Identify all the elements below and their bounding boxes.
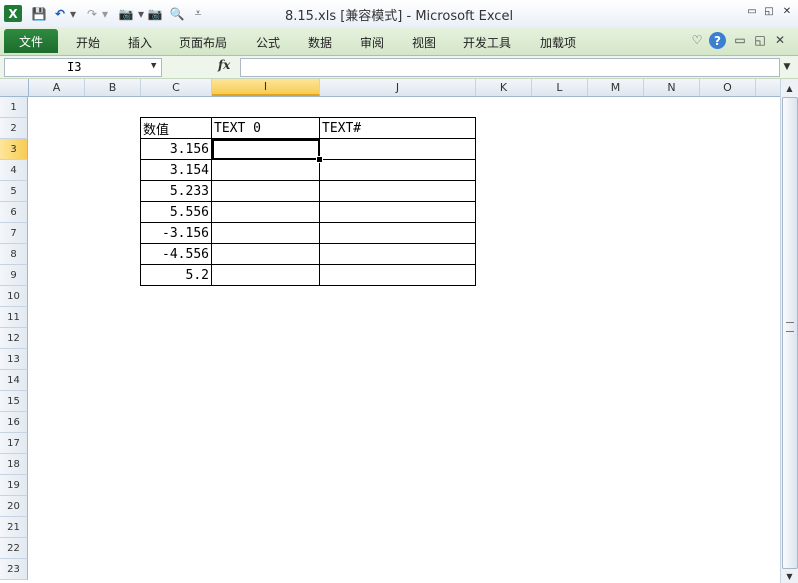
column-header-b[interactable]: B [85, 79, 141, 96]
cell-c6[interactable]: 5.556 [140, 202, 212, 223]
name-box[interactable]: I3 ▼ [4, 58, 162, 77]
row-header[interactable]: 21 [0, 517, 28, 538]
row-header[interactable]: 19 [0, 475, 28, 496]
ribbon-collapse-icon[interactable]: ♡ [690, 33, 704, 47]
fill-handle[interactable] [316, 156, 323, 163]
cell-c4[interactable]: 3.154 [140, 160, 212, 181]
column-header-l[interactable]: L [532, 79, 588, 96]
cell-i5[interactable] [212, 181, 320, 202]
cell-j9[interactable] [320, 265, 476, 286]
tab-view[interactable]: 视图 [400, 32, 448, 52]
cell-c3[interactable]: 3.156 [140, 139, 212, 160]
formula-bar: I3 ▼ fx ▼ [0, 56, 798, 79]
row-header[interactable]: 2 [0, 118, 28, 139]
row-header[interactable]: 10 [0, 286, 28, 307]
tab-formulas[interactable]: 公式 [244, 32, 292, 52]
column-header-m[interactable]: M [588, 79, 644, 96]
tab-file[interactable]: 文件 [4, 29, 58, 53]
cell-j4[interactable] [320, 160, 476, 181]
title-bar: X 💾 ↶ ▾ ↷ ▾ 📷 ▾ 📷 🔍 ⩡ 8.15.xls [兼容模式] - … [0, 0, 798, 27]
row-header[interactable]: 12 [0, 328, 28, 349]
tab-data[interactable]: 数据 [296, 32, 344, 52]
row-header[interactable]: 15 [0, 391, 28, 412]
cell-i7[interactable] [212, 223, 320, 244]
cell-j2[interactable]: TEXT# [320, 117, 476, 139]
help-icon[interactable]: ? [709, 32, 726, 49]
row-header[interactable]: 13 [0, 349, 28, 370]
cell-j6[interactable] [320, 202, 476, 223]
cell-c7[interactable]: -3.156 [140, 223, 212, 244]
tab-insert[interactable]: 插入 [116, 32, 164, 52]
row-header[interactable]: 6 [0, 202, 28, 223]
tab-home[interactable]: 开始 [64, 32, 112, 52]
row-header[interactable]: 22 [0, 538, 28, 559]
cell-j5[interactable] [320, 181, 476, 202]
formula-input[interactable] [240, 58, 780, 77]
window-minimize-button[interactable]: ▭ [743, 4, 761, 19]
formula-expand-icon[interactable]: ▼ [780, 59, 794, 74]
column-header-a[interactable]: A [29, 79, 85, 96]
cell-j7[interactable] [320, 223, 476, 244]
window-restore-button[interactable]: ◱ [760, 4, 778, 19]
window-close-button[interactable]: ✕ [778, 4, 796, 19]
row-header[interactable]: 3 [0, 139, 28, 160]
tab-developer[interactable]: 开发工具 [454, 32, 520, 52]
scrollbar-thumb[interactable] [782, 97, 798, 569]
row-header[interactable]: 7 [0, 223, 28, 244]
excel-window: X 💾 ↶ ▾ ↷ ▾ 📷 ▾ 📷 🔍 ⩡ 8.15.xls [兼容模式] - … [0, 0, 798, 583]
row-header[interactable]: 14 [0, 370, 28, 391]
column-header-n[interactable]: N [644, 79, 700, 96]
row-header[interactable]: 18 [0, 454, 28, 475]
cell-c2[interactable]: 数值 [140, 117, 212, 139]
row-header[interactable]: 16 [0, 412, 28, 433]
scroll-up-icon[interactable]: ▲ [782, 80, 797, 96]
ribbon-tabs: 文件 开始 插入 页面布局 公式 数据 审阅 视图 开发工具 加载项 ♡ ? ▭… [0, 27, 798, 56]
insert-function-button[interactable]: fx [218, 58, 238, 75]
row-header[interactable]: 20 [0, 496, 28, 517]
column-headers: A B C I J K L M N O [0, 79, 780, 97]
tab-page-layout[interactable]: 页面布局 [170, 32, 236, 52]
workbook-close-icon[interactable]: ✕ [773, 33, 787, 47]
cell-i2[interactable]: TEXT 0 [212, 117, 320, 139]
workbook-minimize-icon[interactable]: ▭ [733, 33, 747, 47]
column-header-k[interactable]: K [476, 79, 532, 96]
row-header[interactable]: 9 [0, 265, 28, 286]
row-header[interactable]: 8 [0, 244, 28, 265]
cell-c9[interactable]: 5.2 [140, 265, 212, 286]
tab-addins[interactable]: 加载项 [528, 32, 588, 52]
row-header[interactable]: 1 [0, 97, 28, 118]
select-all-corner[interactable] [0, 79, 29, 96]
tab-review[interactable]: 审阅 [348, 32, 396, 52]
worksheet-grid[interactable]: A B C I J K L M N O 1 2 3 4 5 6 7 8 9 10… [0, 79, 798, 583]
cell-c8[interactable]: -4.556 [140, 244, 212, 265]
cell-j3[interactable] [320, 139, 476, 160]
column-header-c[interactable]: C [141, 79, 212, 96]
workbook-restore-icon[interactable]: ◱ [753, 33, 767, 47]
row-header[interactable]: 17 [0, 433, 28, 454]
row-header[interactable]: 11 [0, 307, 28, 328]
cell-c5[interactable]: 5.233 [140, 181, 212, 202]
cell-j8[interactable] [320, 244, 476, 265]
column-header-o[interactable]: O [700, 79, 756, 96]
cell-i3-selected[interactable] [212, 139, 320, 160]
window-title: 8.15.xls [兼容模式] - Microsoft Excel [284, 9, 514, 24]
name-box-dropdown-icon[interactable]: ▼ [151, 61, 156, 71]
scroll-down-icon[interactable]: ▼ [782, 568, 797, 583]
cell-i6[interactable] [212, 202, 320, 223]
cell-i9[interactable] [212, 265, 320, 286]
vertical-scrollbar[interactable]: ▲ ▼ [780, 79, 798, 583]
name-box-value: I3 [67, 60, 82, 74]
row-header[interactable]: 5 [0, 181, 28, 202]
cell-i4[interactable] [212, 160, 320, 181]
cell-i8[interactable] [212, 244, 320, 265]
scroll-grip-icon [786, 322, 794, 332]
column-header-i[interactable]: I [212, 79, 320, 96]
column-header-j[interactable]: J [320, 79, 476, 96]
row-header[interactable]: 4 [0, 160, 28, 181]
row-header[interactable]: 23 [0, 559, 28, 580]
